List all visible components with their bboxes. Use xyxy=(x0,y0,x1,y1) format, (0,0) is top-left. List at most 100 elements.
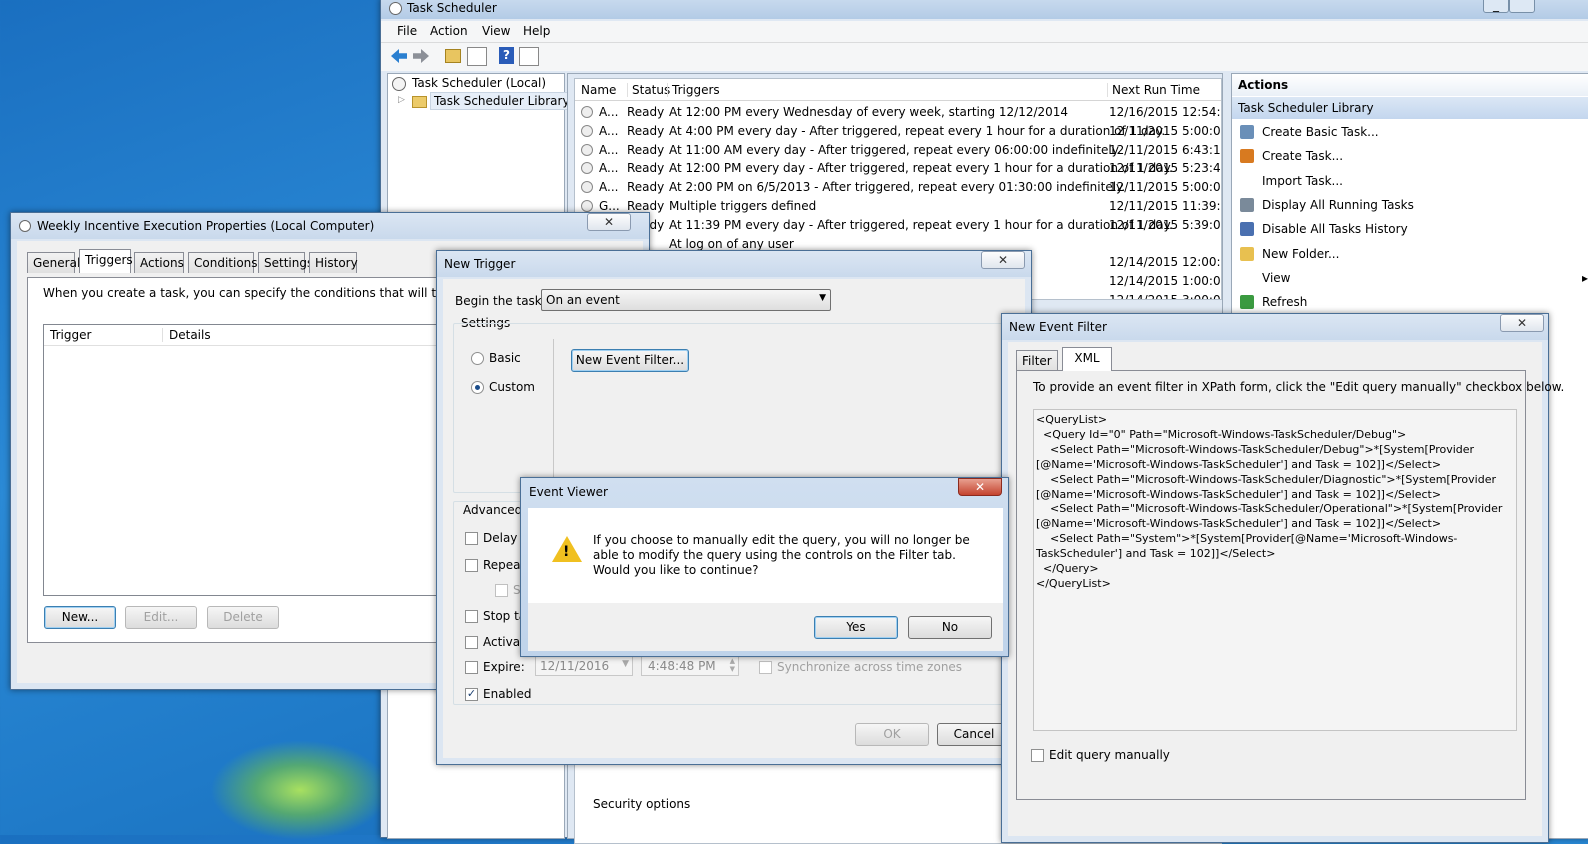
properties-titlebar: Weekly Incentive Execution Properties (L… xyxy=(11,213,649,239)
task-icon xyxy=(581,200,593,212)
tree-library[interactable]: Task Scheduler Library xyxy=(430,92,574,110)
tab-filter[interactable]: Filter xyxy=(1016,350,1058,371)
task-status: Ready xyxy=(627,105,665,119)
action-item[interactable]: Create Basic Task... xyxy=(1232,120,1588,144)
task-name: A... xyxy=(599,161,619,176)
activate-checkbox[interactable] xyxy=(465,636,478,649)
create-task-icon xyxy=(1240,149,1254,164)
expire-time-field: 4:48:48 PM ▲ ▼ xyxy=(641,655,739,676)
task-next-run: 12/14/2015 12:00:05 A xyxy=(1109,255,1221,270)
wallpaper-glow xyxy=(210,740,390,840)
table-row[interactable]: ReadyAt 11:39 PM every day - After trigg… xyxy=(575,216,1221,235)
begin-task-label: Begin the task: xyxy=(455,294,546,308)
tab-general[interactable]: General xyxy=(27,252,80,273)
delete-trigger-button: Delete xyxy=(207,606,279,629)
action-item[interactable]: Create Task... xyxy=(1232,144,1588,168)
show-hide-tree-icon[interactable] xyxy=(467,47,487,66)
task-trigger: At 12:00 PM every Wednesday of every wee… xyxy=(669,105,1069,119)
event-viewer-footer: Yes No xyxy=(528,603,1003,651)
task-next-run: 12/14/2015 1:00:00 AM xyxy=(1109,274,1221,289)
main-titlebar: Task Scheduler _ xyxy=(381,0,1588,19)
tab-conditions[interactable]: Conditions xyxy=(188,252,258,273)
maximize-button[interactable] xyxy=(1509,0,1535,13)
new-event-filter-button[interactable]: New Event Filter... xyxy=(571,349,689,372)
table-row[interactable]: A... Ready At 11:00 AM every day - After t… xyxy=(575,141,1221,160)
task-trigger: Multiple triggers defined xyxy=(669,199,817,213)
stop-task-checkbox[interactable] xyxy=(465,610,478,623)
menu-view[interactable]: View xyxy=(482,24,510,38)
disable-history-icon xyxy=(1240,222,1254,237)
cancel-button[interactable]: Cancel xyxy=(937,723,1011,746)
menu-action[interactable]: Action xyxy=(430,24,468,38)
tab-settings[interactable]: Settings xyxy=(258,252,313,273)
no-button[interactable]: No xyxy=(908,616,992,639)
tab-actions[interactable]: Actions xyxy=(134,252,184,273)
tree-root[interactable]: Task Scheduler (Local) xyxy=(412,76,546,90)
begin-task-select[interactable]: On an event ▼ xyxy=(541,289,831,311)
edit-query-manually-label: Edit query manually xyxy=(1049,748,1170,762)
minimize-button[interactable]: _ xyxy=(1483,0,1509,13)
repeat-checkbox[interactable] xyxy=(465,559,478,572)
forward-arrow-icon[interactable] xyxy=(413,49,429,63)
basic-radio[interactable] xyxy=(471,352,484,365)
submenu-arrow-icon: ▸ xyxy=(1581,270,1588,285)
custom-radio[interactable] xyxy=(471,381,484,394)
delay-checkbox[interactable] xyxy=(465,532,478,545)
new-trigger-button[interactable]: New... xyxy=(44,606,116,629)
action-label: View xyxy=(1262,270,1291,285)
menu-help[interactable]: Help xyxy=(523,24,550,38)
actions-header: Actions xyxy=(1232,74,1588,96)
ok-button: OK xyxy=(855,723,929,746)
event-filter-titlebar: New Event Filter ✕ xyxy=(1002,314,1548,340)
task-icon xyxy=(581,106,593,118)
toolbar: ? xyxy=(381,43,1588,71)
action-label: Display All Running Tasks xyxy=(1262,197,1414,212)
table-row[interactable]: A... Ready At 12:00 PM every Wednesday of … xyxy=(575,103,1221,122)
edit-query-manually-checkbox[interactable] xyxy=(1031,749,1044,762)
help-icon[interactable]: ? xyxy=(499,47,514,64)
expand-arrow-icon[interactable]: ▷ xyxy=(398,95,405,105)
task-next-run: 12/11/2015 5:39:00 PM xyxy=(1109,217,1221,232)
task-icon xyxy=(581,181,593,194)
close-button[interactable]: ✕ xyxy=(958,478,1002,496)
table-row[interactable]: A... Ready At 2:00 PM on 6/5/2013 - After … xyxy=(575,178,1221,197)
settings-divider xyxy=(553,339,554,489)
action-item[interactable]: Refresh xyxy=(1232,290,1588,314)
up-folder-icon[interactable] xyxy=(445,49,461,63)
table-row[interactable]: A... Ready At 4:00 PM every day - After tr… xyxy=(575,122,1221,141)
expire-checkbox[interactable] xyxy=(465,661,478,674)
menu-file[interactable]: File xyxy=(397,24,417,38)
back-arrow-icon[interactable] xyxy=(391,49,407,63)
repeat-label: Repeat xyxy=(483,558,526,572)
col-details[interactable]: Details xyxy=(162,328,211,342)
tab-triggers[interactable]: Triggers xyxy=(79,249,133,273)
col-status[interactable]: Status xyxy=(627,83,670,97)
actions-section-header[interactable]: Task Scheduler Library xyxy=(1232,97,1588,119)
enabled-checkbox[interactable]: ✓ xyxy=(465,688,478,701)
close-button[interactable]: ✕ xyxy=(587,213,631,231)
table-row[interactable]: A... Ready At 12:00 PM every day - After t… xyxy=(575,159,1221,178)
event-viewer-dialog: Event Viewer ✕ ! If you choose to manual… xyxy=(520,477,1009,657)
action-item[interactable]: Display All Running Tasks xyxy=(1232,193,1588,217)
yes-button[interactable]: Yes xyxy=(814,616,898,639)
col-next-run[interactable]: Next Run Time xyxy=(1107,83,1200,97)
action-item[interactable]: Import Task... xyxy=(1232,169,1588,193)
col-triggers[interactable]: Triggers xyxy=(667,83,720,97)
show-action-pane-icon[interactable] xyxy=(519,47,539,66)
table-row[interactable]: G... Ready Multiple triggers defined 12/11/… xyxy=(575,197,1221,216)
action-item[interactable]: New Folder... xyxy=(1232,242,1588,266)
close-button[interactable]: ✕ xyxy=(981,251,1025,269)
task-trigger: At 2:00 PM on 6/5/2013 - After triggered… xyxy=(669,180,1126,195)
action-item[interactable]: Disable All Tasks History xyxy=(1232,217,1588,241)
warning-exclamation-icon: ! xyxy=(563,544,570,560)
task-trigger: At 11:39 PM every day - After triggered,… xyxy=(669,217,1173,232)
tab-history[interactable]: History xyxy=(309,252,358,273)
col-name[interactable]: Name xyxy=(581,83,616,97)
col-trigger[interactable]: Trigger xyxy=(50,328,91,342)
properties-title: Weekly Incentive Execution Properties (L… xyxy=(37,219,375,233)
close-button[interactable]: ✕ xyxy=(1500,314,1544,332)
action-item[interactable]: View ▸ xyxy=(1232,266,1588,290)
tab-xml[interactable]: XML xyxy=(1062,347,1112,371)
task-trigger: At 11:00 AM every day - After triggered,… xyxy=(669,142,1121,157)
begin-task-value: On an event xyxy=(546,293,620,307)
